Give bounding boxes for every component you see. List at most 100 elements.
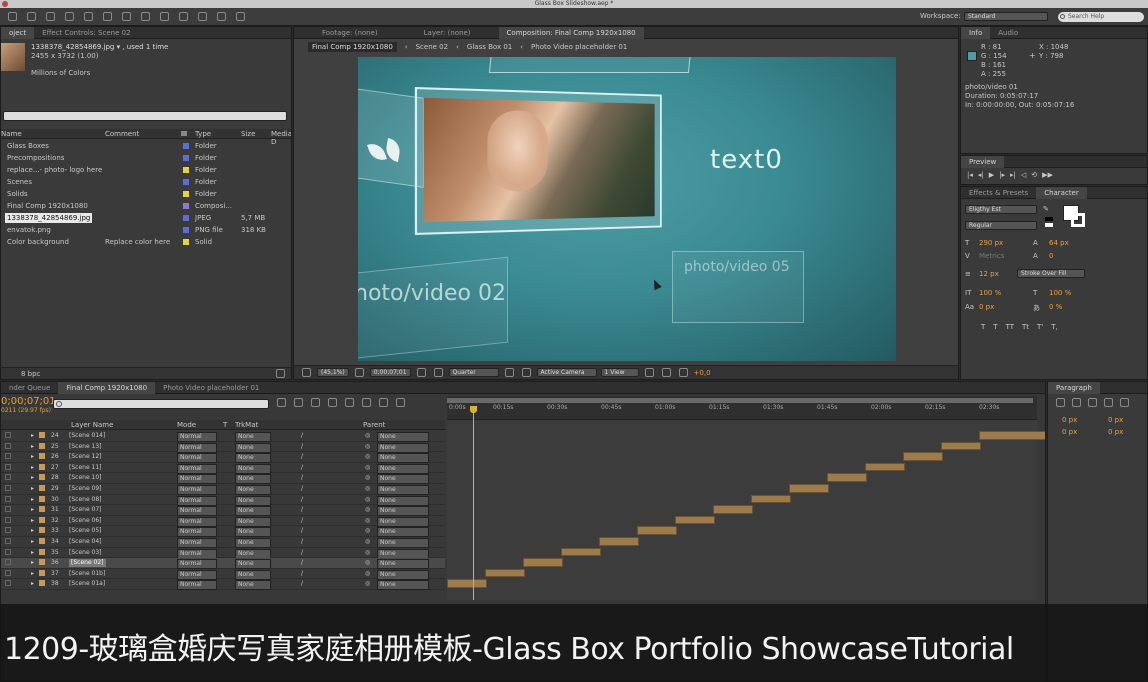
timeline-search-input[interactable] <box>53 399 269 409</box>
layer-parent[interactable]: None <box>377 569 429 580</box>
work-area-bar[interactable] <box>447 398 1033 403</box>
tab-final-comp[interactable]: Final Comp 1920x1080 <box>58 382 156 394</box>
parent-pickwhip-icon[interactable]: ◎ <box>365 559 370 567</box>
layer-parent[interactable]: None <box>377 495 429 506</box>
layer-mode[interactable]: Normal <box>177 569 217 580</box>
layer-row[interactable]: ▸ 26 [Scene 12] Normal None / ◎ None <box>1 452 445 464</box>
layer-clip-bar[interactable] <box>447 579 487 588</box>
stroke-mode-dropdown[interactable]: Stroke Over Fill <box>1017 269 1085 278</box>
layer-name[interactable]: [Scene 09] <box>69 485 102 493</box>
label-swatch[interactable] <box>39 527 45 534</box>
switch-icon[interactable]: / <box>301 570 303 578</box>
layer-mode[interactable]: Normal <box>177 495 217 506</box>
pan-behind-tool-icon[interactable] <box>84 12 93 21</box>
align-left-icon[interactable] <box>1056 398 1065 407</box>
expand-triangle-icon[interactable]: ▸ <box>31 527 34 535</box>
layer-parent[interactable]: None <box>377 527 429 538</box>
col-mode[interactable]: Mode <box>177 421 196 429</box>
layer-trkmat[interactable]: None <box>235 569 271 580</box>
layer-name[interactable]: [Scene 01a] <box>69 580 105 588</box>
layer-clip-bar[interactable] <box>599 537 639 546</box>
stroke-width-value[interactable]: 12 px <box>979 270 999 278</box>
baseline-value[interactable]: 0 px <box>979 303 994 311</box>
brainstorm-icon[interactable] <box>362 398 371 407</box>
breadcrumb-item[interactable]: Photo Video placeholder 01 <box>531 43 627 51</box>
comp-viewer[interactable]: text0 photo/video 05 hoto/video 02 <box>358 57 896 361</box>
project-search-input[interactable] <box>3 111 287 121</box>
kerning-value[interactable]: Metrics <box>979 252 1004 260</box>
layer-clip-bar[interactable] <box>903 452 943 461</box>
layer-clip-bar[interactable] <box>485 568 525 578</box>
visibility-toggle-icon[interactable] <box>5 538 11 544</box>
label-swatch[interactable] <box>39 463 45 470</box>
visibility-toggle-icon[interactable] <box>5 463 11 470</box>
layer-row[interactable]: ▸ 31 [Scene 07] Normal None / ◎ None <box>1 505 445 517</box>
layer-name[interactable]: [Scene 014] <box>69 432 105 440</box>
layer-row[interactable]: ▸ 27 [Scene 11] Normal None / ◎ None <box>1 463 445 474</box>
layer-name[interactable]: [Scene 10] <box>69 474 102 482</box>
switch-icon[interactable]: / <box>301 517 303 525</box>
tab-audio[interactable]: Audio <box>990 27 1026 39</box>
eyedropper-icon[interactable]: ✎ <box>1043 205 1049 213</box>
puppet-tool-icon[interactable] <box>236 12 245 21</box>
layer-clip-bar[interactable] <box>941 441 981 451</box>
zoom-tool-icon[interactable] <box>27 12 36 21</box>
align-center-icon[interactable] <box>1072 398 1081 407</box>
label-swatch[interactable] <box>183 239 189 245</box>
project-item[interactable]: Precompositions Folder <box>1 152 291 164</box>
label-swatch[interactable] <box>39 580 45 587</box>
leading-value[interactable]: 64 px <box>1049 239 1069 247</box>
layer-clip-bar[interactable] <box>865 462 905 472</box>
expand-triangle-icon[interactable]: ▸ <box>31 506 34 514</box>
indent-left-value[interactable]: 0 px <box>1062 416 1077 424</box>
tsume-value[interactable]: 0 % <box>1049 303 1062 311</box>
label-swatch[interactable] <box>39 474 45 481</box>
label-swatch[interactable] <box>183 191 189 197</box>
tab-footage[interactable]: Footage: (none) <box>314 27 386 39</box>
parent-pickwhip-icon[interactable]: ◎ <box>365 485 370 493</box>
project-item[interactable]: Final Comp 1920x1080 Composi... <box>1 200 291 212</box>
switch-icon[interactable]: / <box>301 559 303 567</box>
expand-triangle-icon[interactable]: ▸ <box>31 517 34 525</box>
justify-icon[interactable] <box>1104 398 1113 407</box>
tab-paragraph[interactable]: Paragraph <box>1048 382 1100 394</box>
layer-name[interactable]: [Scene 04] <box>69 538 102 546</box>
layer-row[interactable]: ▸ 33 [Scene 05] Normal None / ◎ None <box>1 526 445 538</box>
tab-composition[interactable]: Composition: Final Comp 1920x1080 <box>498 27 644 39</box>
layer-parent[interactable]: None <box>377 548 429 559</box>
hand-tool-icon[interactable] <box>8 12 17 21</box>
label-swatch[interactable] <box>39 569 45 576</box>
layer-mode[interactable]: Normal <box>177 516 217 527</box>
roto-brush-tool-icon[interactable] <box>217 12 226 21</box>
label-swatch[interactable] <box>183 227 189 233</box>
switch-icon[interactable]: / <box>301 453 303 461</box>
hscale-value[interactable]: 100 % <box>1049 289 1071 297</box>
breadcrumb-item[interactable]: Final Comp 1920x1080 <box>308 42 397 52</box>
layer-name[interactable]: [Scene 07] <box>69 506 102 514</box>
layer-mode[interactable]: Normal <box>177 559 217 570</box>
layer-mode[interactable]: Normal <box>177 442 217 453</box>
layer-parent[interactable]: None <box>377 474 429 485</box>
prev-frame-icon[interactable]: ◂| <box>978 171 984 179</box>
parent-pickwhip-icon[interactable]: ◎ <box>365 527 370 535</box>
label-swatch[interactable] <box>39 516 45 523</box>
breadcrumb-item[interactable]: Glass Box 01 <box>467 43 512 51</box>
parent-pickwhip-icon[interactable]: ◎ <box>365 538 370 546</box>
parent-pickwhip-icon[interactable]: ◎ <box>365 464 370 472</box>
layer-mode[interactable]: Normal <box>177 474 217 485</box>
layer-parent[interactable]: None <box>377 463 429 474</box>
visibility-toggle-icon[interactable] <box>5 569 11 576</box>
label-swatch[interactable] <box>183 167 189 173</box>
project-item[interactable]: Glass Boxes Folder <box>1 140 291 152</box>
col-type[interactable]: Type <box>195 130 211 138</box>
layer-name[interactable]: [Scene 06] <box>69 517 102 525</box>
layer-clip-bar[interactable] <box>561 547 601 557</box>
shy-layers-icon[interactable] <box>311 398 320 407</box>
layer-name[interactable]: [Scene 08] <box>69 496 102 504</box>
visibility-toggle-icon[interactable] <box>5 527 11 534</box>
tab-effect-controls[interactable]: Effect Controls: Scene 02 <box>34 27 138 39</box>
visibility-toggle-icon[interactable] <box>5 580 11 587</box>
visibility-toggle-icon[interactable] <box>5 516 11 523</box>
style-dropdown[interactable]: Regular <box>965 221 1037 230</box>
auto-keyframe-icon[interactable] <box>379 398 388 407</box>
